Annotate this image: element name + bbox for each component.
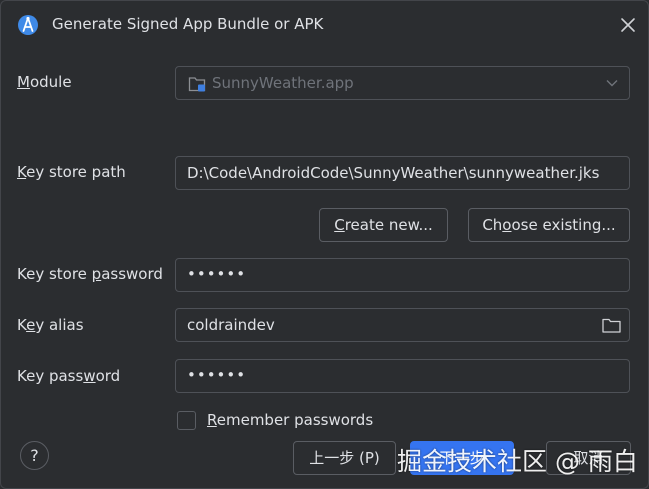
keystore-path-input[interactable]: D:\Code\AndroidCode\SunnyWeather\sunnywe… — [175, 156, 630, 190]
choose-existing-button[interactable]: Choose existing... — [468, 208, 630, 242]
window-title: Generate Signed App Bundle or APK — [52, 15, 324, 33]
module-label: Module — [17, 73, 72, 91]
module-folder-icon — [188, 77, 206, 92]
module-value: SunnyWeather.app — [212, 74, 354, 92]
key-password-value: •••••• — [187, 366, 247, 384]
remember-passwords-label[interactable]: Remember passwords — [207, 411, 373, 429]
chevron-down-icon — [606, 80, 618, 87]
remember-passwords-checkbox[interactable] — [177, 411, 196, 430]
watermark-text: 掘金技术社区 @ 雨白 — [397, 447, 638, 476]
key-alias-input[interactable]: coldraindev — [175, 308, 630, 342]
key-alias-label: Key alias — [17, 316, 84, 334]
keystore-password-label: Key store password — [17, 265, 163, 283]
create-new-button[interactable]: Create new... — [319, 208, 448, 242]
help-button[interactable]: ? — [20, 441, 49, 470]
android-studio-icon — [18, 15, 38, 35]
key-password-input[interactable]: •••••• — [175, 359, 630, 393]
key-alias-value: coldraindev — [187, 316, 275, 334]
title-bar: Generate Signed App Bundle or APK — [1, 1, 648, 49]
signed-apk-dialog: Generate Signed App Bundle or APK Module… — [0, 0, 649, 489]
previous-button[interactable]: 上一步 (P) — [293, 441, 396, 475]
close-icon[interactable] — [618, 15, 638, 35]
keystore-password-input[interactable]: •••••• — [175, 258, 630, 292]
key-password-label: Key password — [17, 367, 121, 385]
keystore-path-value: D:\Code\AndroidCode\SunnyWeather\sunnywe… — [187, 164, 600, 182]
module-select[interactable]: SunnyWeather.app — [175, 66, 630, 100]
keystore-password-value: •••••• — [187, 265, 247, 283]
folder-icon[interactable] — [602, 318, 621, 333]
keystore-path-label: Key store path — [17, 163, 126, 181]
